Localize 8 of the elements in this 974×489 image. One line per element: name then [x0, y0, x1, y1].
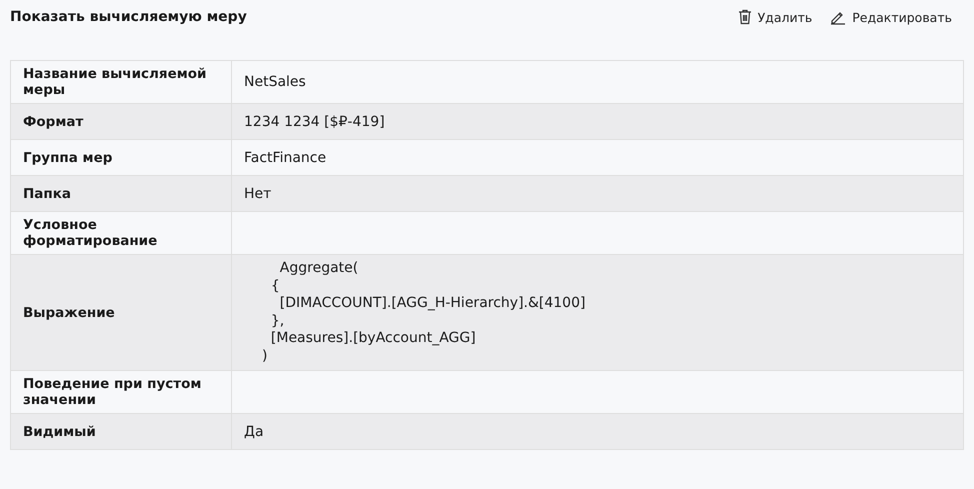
- property-value: NetSales: [232, 60, 964, 104]
- trash-icon: [738, 9, 752, 25]
- property-value: Да: [232, 414, 964, 450]
- property-label: Видимый: [10, 414, 232, 450]
- edit-button[interactable]: Редактировать: [830, 9, 952, 25]
- page-title: Показать вычисляемую меру: [10, 9, 247, 25]
- delete-button[interactable]: Удалить: [738, 9, 812, 25]
- property-label: Название вычисляемой меры: [10, 60, 232, 104]
